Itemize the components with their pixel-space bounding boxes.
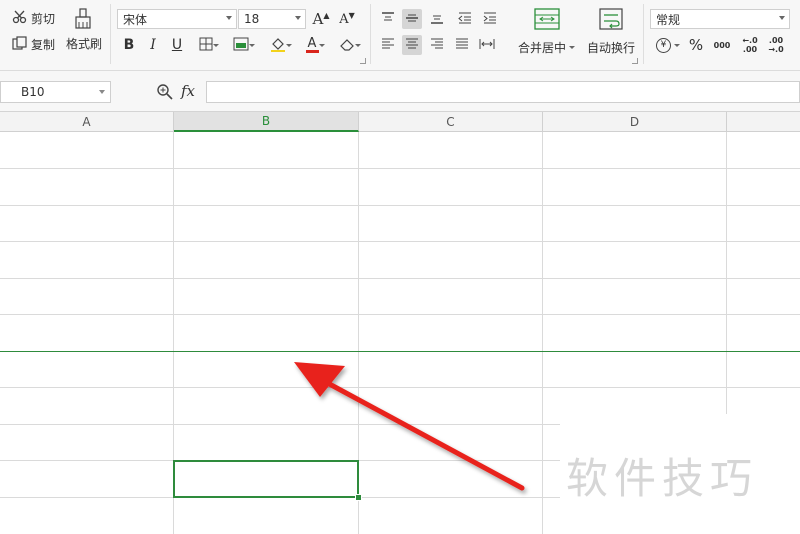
annotation-arrow-icon — [294, 362, 525, 491]
